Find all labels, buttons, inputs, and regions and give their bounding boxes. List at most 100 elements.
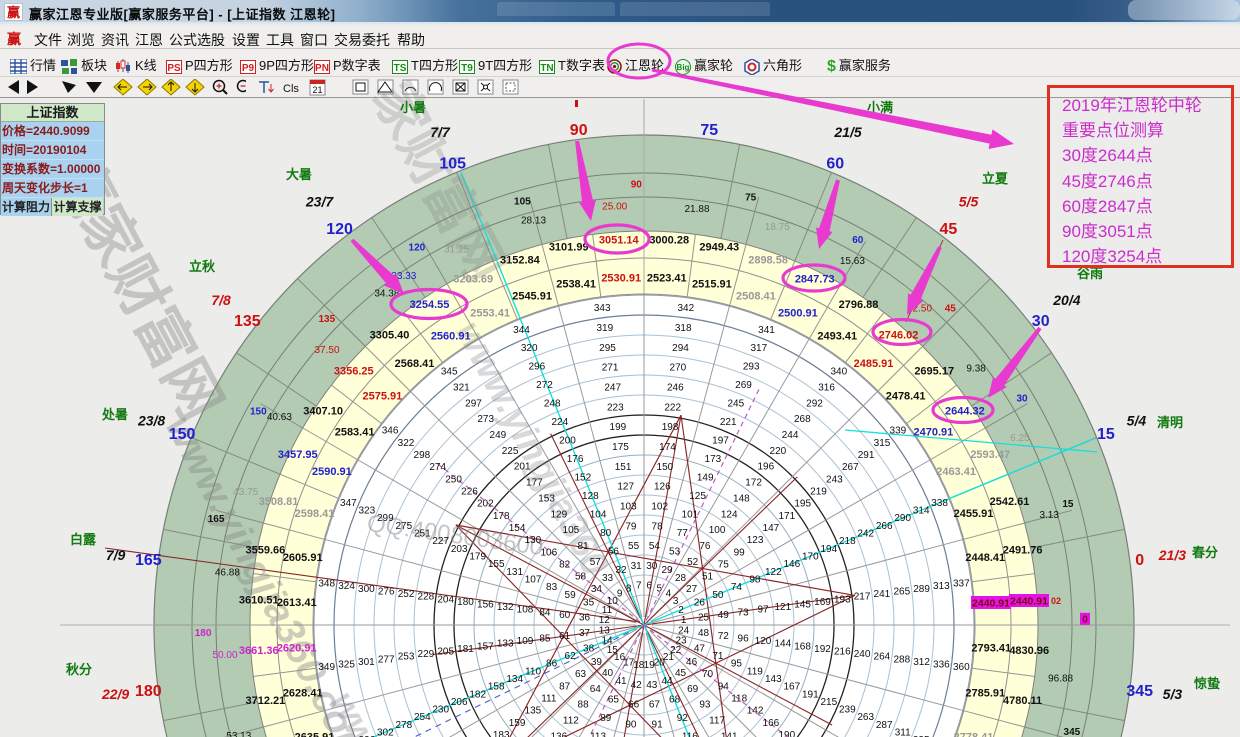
- svg-text:60: 60: [826, 156, 844, 173]
- svg-text:150: 150: [250, 407, 267, 418]
- svg-text:273: 273: [477, 414, 494, 425]
- svg-text:2491.76: 2491.76: [1003, 545, 1043, 557]
- svg-text:243: 243: [826, 474, 843, 485]
- svg-text:175: 175: [612, 442, 629, 453]
- svg-text:122: 122: [765, 567, 782, 578]
- svg-text:204: 204: [437, 594, 454, 605]
- svg-text:20: 20: [654, 657, 666, 668]
- svg-text:298: 298: [414, 450, 431, 461]
- svg-text:50.00: 50.00: [212, 650, 237, 661]
- svg-text:100: 100: [709, 525, 726, 536]
- svg-text:67: 67: [649, 700, 661, 711]
- svg-text:159: 159: [509, 718, 526, 729]
- svg-text:206: 206: [451, 697, 468, 708]
- svg-text:174: 174: [659, 442, 676, 453]
- svg-text:6.25: 6.25: [1010, 433, 1030, 444]
- svg-text:34: 34: [591, 584, 603, 595]
- svg-text:62: 62: [565, 651, 577, 662]
- svg-text:192: 192: [814, 644, 831, 655]
- svg-text:302: 302: [377, 728, 394, 737]
- svg-text:88: 88: [578, 700, 590, 711]
- svg-text:135: 135: [234, 313, 261, 330]
- svg-text:336: 336: [933, 660, 950, 671]
- svg-text:292: 292: [806, 398, 823, 409]
- svg-text:4: 4: [666, 589, 672, 600]
- svg-text:30: 30: [646, 561, 658, 572]
- svg-text:136: 136: [550, 732, 567, 737]
- svg-text:205: 205: [437, 647, 454, 658]
- svg-text:5/4: 5/4: [1127, 413, 1147, 429]
- svg-text:74: 74: [731, 582, 743, 593]
- svg-text:25: 25: [698, 613, 710, 624]
- svg-text:149: 149: [697, 473, 714, 484]
- svg-text:93: 93: [699, 700, 711, 711]
- svg-text:15: 15: [1097, 426, 1115, 443]
- svg-text:241: 241: [874, 589, 891, 600]
- svg-text:153: 153: [538, 494, 555, 505]
- svg-text:66: 66: [628, 700, 640, 711]
- svg-text:www.yingjia: www.yingjia: [323, 685, 456, 737]
- svg-text:小暑: 小暑: [400, 100, 426, 115]
- svg-text:112: 112: [563, 716, 579, 727]
- svg-text:120: 120: [755, 636, 772, 647]
- svg-text:288: 288: [893, 654, 910, 665]
- svg-text:11: 11: [602, 605, 613, 616]
- svg-text:8: 8: [626, 583, 632, 594]
- svg-text:182: 182: [469, 689, 486, 700]
- svg-text:218: 218: [839, 536, 856, 547]
- svg-text:49: 49: [718, 610, 730, 621]
- svg-text:254: 254: [414, 712, 431, 723]
- svg-text:37: 37: [579, 628, 591, 639]
- svg-text:135: 135: [318, 314, 335, 325]
- svg-text:345: 345: [1126, 683, 1153, 700]
- svg-text:143: 143: [765, 674, 782, 685]
- svg-text:289: 289: [913, 584, 930, 595]
- svg-text:158: 158: [488, 682, 505, 693]
- svg-text:86: 86: [546, 659, 558, 670]
- svg-text:157: 157: [477, 641, 494, 652]
- svg-text:301: 301: [358, 657, 375, 668]
- svg-text:23/8: 23/8: [137, 413, 165, 429]
- svg-text:226: 226: [461, 487, 478, 498]
- svg-text:PS: PS: [167, 63, 181, 74]
- svg-text:342: 342: [677, 303, 694, 314]
- svg-text:3051.14: 3051.14: [599, 235, 640, 247]
- svg-text:12.50: 12.50: [907, 304, 932, 315]
- svg-text:80: 80: [600, 528, 612, 539]
- svg-text:19: 19: [644, 660, 656, 671]
- svg-text:168: 168: [794, 641, 811, 652]
- svg-text:144: 144: [774, 639, 791, 650]
- svg-text:202: 202: [477, 499, 494, 510]
- svg-text:2620.91: 2620.91: [277, 643, 317, 655]
- svg-text:311: 311: [895, 728, 911, 737]
- svg-text:3.13: 3.13: [1039, 510, 1059, 521]
- svg-text:338: 338: [931, 498, 948, 509]
- svg-text:201: 201: [514, 462, 531, 473]
- svg-text:313: 313: [933, 581, 950, 592]
- svg-text:64: 64: [590, 684, 602, 695]
- svg-text:30: 30: [1032, 313, 1050, 330]
- svg-text:立夏: 立夏: [982, 171, 1009, 186]
- svg-text:小满: 小满: [867, 100, 893, 115]
- svg-text:3508.81: 3508.81: [259, 496, 299, 508]
- svg-text:21/3: 21/3: [1158, 547, 1186, 563]
- svg-text:150: 150: [169, 426, 196, 443]
- svg-text:179: 179: [469, 552, 486, 563]
- svg-text:345: 345: [1064, 727, 1081, 737]
- svg-text:53.13: 53.13: [226, 731, 251, 737]
- svg-text:316: 316: [818, 382, 835, 393]
- svg-text:341: 341: [758, 325, 775, 336]
- svg-text:2500.91: 2500.91: [778, 308, 818, 320]
- svg-text:24: 24: [678, 626, 690, 637]
- svg-text:3305.40: 3305.40: [370, 330, 410, 342]
- svg-text:2785.91: 2785.91: [965, 688, 1005, 700]
- svg-text:133: 133: [497, 639, 514, 650]
- svg-text:315: 315: [874, 438, 891, 449]
- svg-text:60: 60: [852, 235, 864, 246]
- svg-text:90: 90: [631, 180, 643, 191]
- svg-text:15: 15: [1062, 499, 1074, 510]
- svg-text:345: 345: [441, 367, 458, 378]
- svg-text:216: 216: [834, 647, 851, 658]
- svg-text:0: 0: [1082, 614, 1088, 625]
- svg-text:3457.95: 3457.95: [278, 449, 318, 461]
